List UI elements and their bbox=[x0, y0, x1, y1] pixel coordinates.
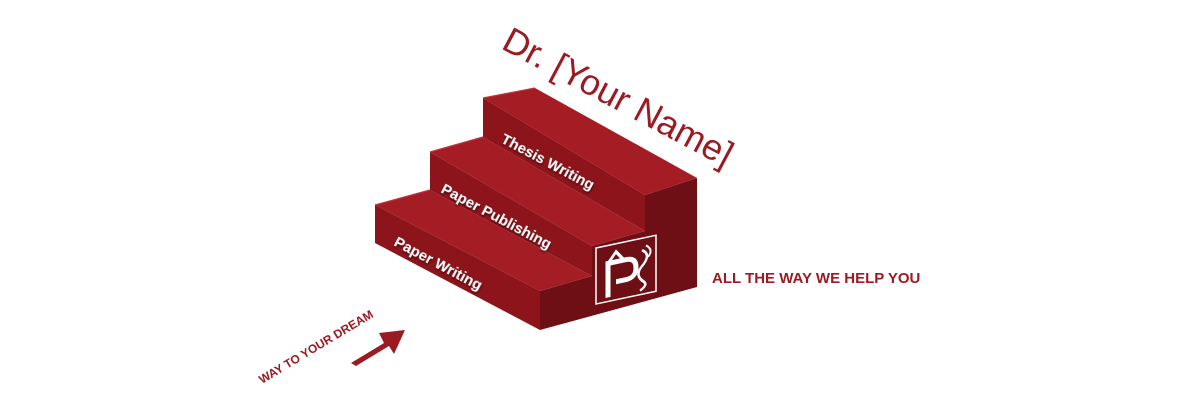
arrow-caption: WAY TO YOUR DREAM bbox=[256, 307, 375, 386]
arrow-icon bbox=[351, 330, 405, 366]
tagline: ALL THE WAY WE HELP YOU bbox=[712, 270, 920, 287]
stairs-banner: Paper Writing Paper Publishing Thesis Wr… bbox=[256, 19, 920, 387]
